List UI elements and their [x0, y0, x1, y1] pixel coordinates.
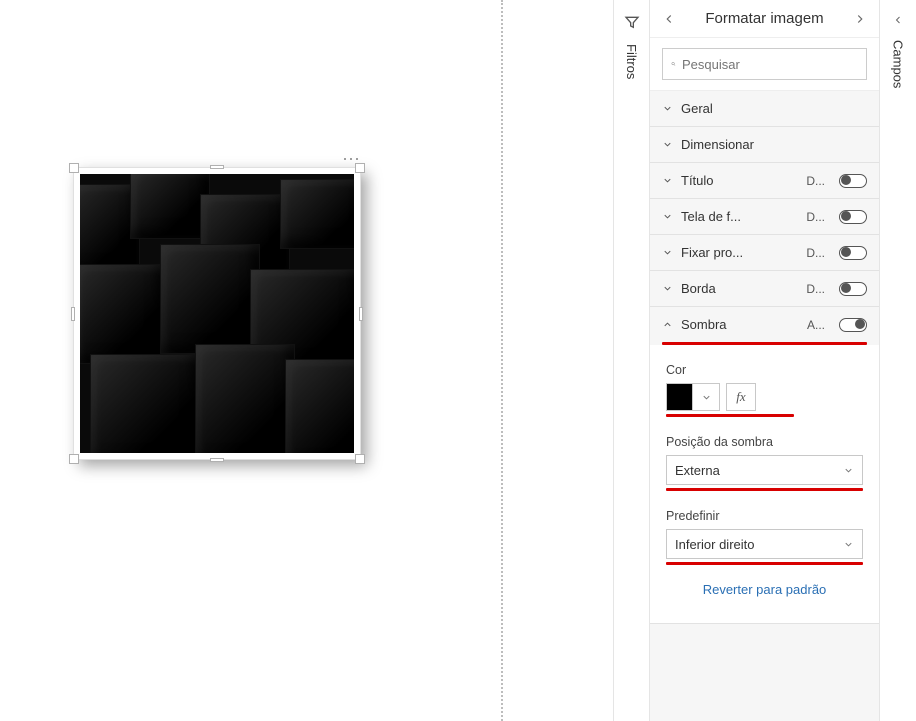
- color-dropdown-button[interactable]: [693, 392, 719, 403]
- section-dimensionar[interactable]: Dimensionar: [650, 127, 879, 162]
- section-label: Título: [681, 173, 798, 188]
- toggle-borda[interactable]: [839, 282, 867, 296]
- resize-handle-left[interactable]: [71, 307, 75, 321]
- filters-label: Filtros: [624, 42, 639, 79]
- dropdown-posicao-sombra[interactable]: Externa: [666, 455, 863, 485]
- toggle-tela-fundo[interactable]: [839, 210, 867, 224]
- section-label: Sombra: [681, 317, 799, 332]
- format-search[interactable]: [662, 48, 867, 80]
- section-geral[interactable]: Geral: [650, 91, 879, 126]
- section-label: Dimensionar: [681, 137, 867, 152]
- section-fixar-proporcao[interactable]: Fixar pro... D...: [650, 235, 879, 270]
- section-label: Geral: [681, 101, 867, 116]
- section-label: Borda: [681, 281, 798, 296]
- label-posicao: Posição da sombra: [666, 435, 863, 449]
- chevron-down-icon: [662, 139, 673, 150]
- format-pane: Formatar imagem Geral: [650, 0, 880, 721]
- chevron-down-icon: [843, 539, 854, 550]
- chevron-down-icon: [662, 247, 673, 258]
- section-label: Tela de f...: [681, 209, 798, 224]
- label-cor: Cor: [666, 363, 863, 377]
- format-header: Formatar imagem: [650, 0, 879, 38]
- image-visual[interactable]: [73, 167, 361, 460]
- toggle-state: D...: [806, 174, 825, 188]
- filters-icon: [624, 14, 640, 30]
- collapse-fields-icon[interactable]: [892, 14, 904, 26]
- fields-rail[interactable]: Campos: [880, 0, 916, 721]
- image-content: [80, 174, 354, 453]
- search-input[interactable]: [682, 57, 858, 72]
- resize-handle-top[interactable]: [210, 165, 224, 169]
- resize-handle-bl[interactable]: [69, 454, 79, 464]
- sombra-body: Cor fx Posição da sombra: [650, 345, 879, 623]
- next-visual-button[interactable]: [853, 12, 867, 26]
- prev-visual-button[interactable]: [662, 12, 676, 26]
- resize-handle-bottom[interactable]: [210, 458, 224, 462]
- toggle-state: A...: [807, 318, 825, 332]
- image-visual-container[interactable]: ⋯: [73, 167, 361, 460]
- dropdown-value: Inferior direito: [675, 537, 754, 552]
- revert-to-default-link[interactable]: Reverter para padrão: [703, 582, 827, 597]
- dropdown-value: Externa: [675, 463, 720, 478]
- dropdown-predefinir[interactable]: Inferior direito: [666, 529, 863, 559]
- toggle-titulo[interactable]: [839, 174, 867, 188]
- annotation-redline: [666, 488, 863, 491]
- chevron-up-icon: [662, 319, 673, 330]
- canvas: ⋯: [0, 0, 613, 721]
- search-icon: [671, 57, 676, 71]
- annotation-redline: [666, 414, 794, 417]
- format-sections[interactable]: Geral Dimensionar Título D...: [650, 91, 879, 721]
- right-panels: Filtros Formatar imagem Geral: [613, 0, 916, 721]
- toggle-fixar-prop[interactable]: [839, 246, 867, 260]
- color-picker[interactable]: [666, 383, 720, 411]
- chevron-down-icon: [662, 283, 673, 294]
- chevron-down-icon: [662, 103, 673, 114]
- chevron-down-icon: [662, 211, 673, 222]
- toggle-state: D...: [806, 210, 825, 224]
- toggle-state: D...: [806, 246, 825, 260]
- filters-rail[interactable]: Filtros: [614, 0, 650, 721]
- label-predefinir: Predefinir: [666, 509, 863, 523]
- section-titulo[interactable]: Título D...: [650, 163, 879, 198]
- fx-button[interactable]: fx: [726, 383, 756, 411]
- section-borda[interactable]: Borda D...: [650, 271, 879, 306]
- resize-handle-tl[interactable]: [69, 163, 79, 173]
- section-label: Fixar pro...: [681, 245, 798, 260]
- page-divider: [501, 0, 503, 721]
- resize-handle-tr[interactable]: [355, 163, 365, 173]
- chevron-down-icon: [843, 465, 854, 476]
- chevron-down-icon: [662, 175, 673, 186]
- section-tela-fundo[interactable]: Tela de f... D...: [650, 199, 879, 234]
- resize-handle-br[interactable]: [355, 454, 365, 464]
- toggle-state: D...: [806, 282, 825, 296]
- chevron-down-icon: [701, 392, 712, 403]
- resize-handle-right[interactable]: [359, 307, 363, 321]
- format-title: Formatar imagem: [676, 10, 853, 27]
- section-sombra[interactable]: Sombra A...: [650, 307, 879, 342]
- color-swatch: [667, 384, 693, 410]
- fields-label: Campos: [891, 38, 906, 88]
- toggle-sombra[interactable]: [839, 318, 867, 332]
